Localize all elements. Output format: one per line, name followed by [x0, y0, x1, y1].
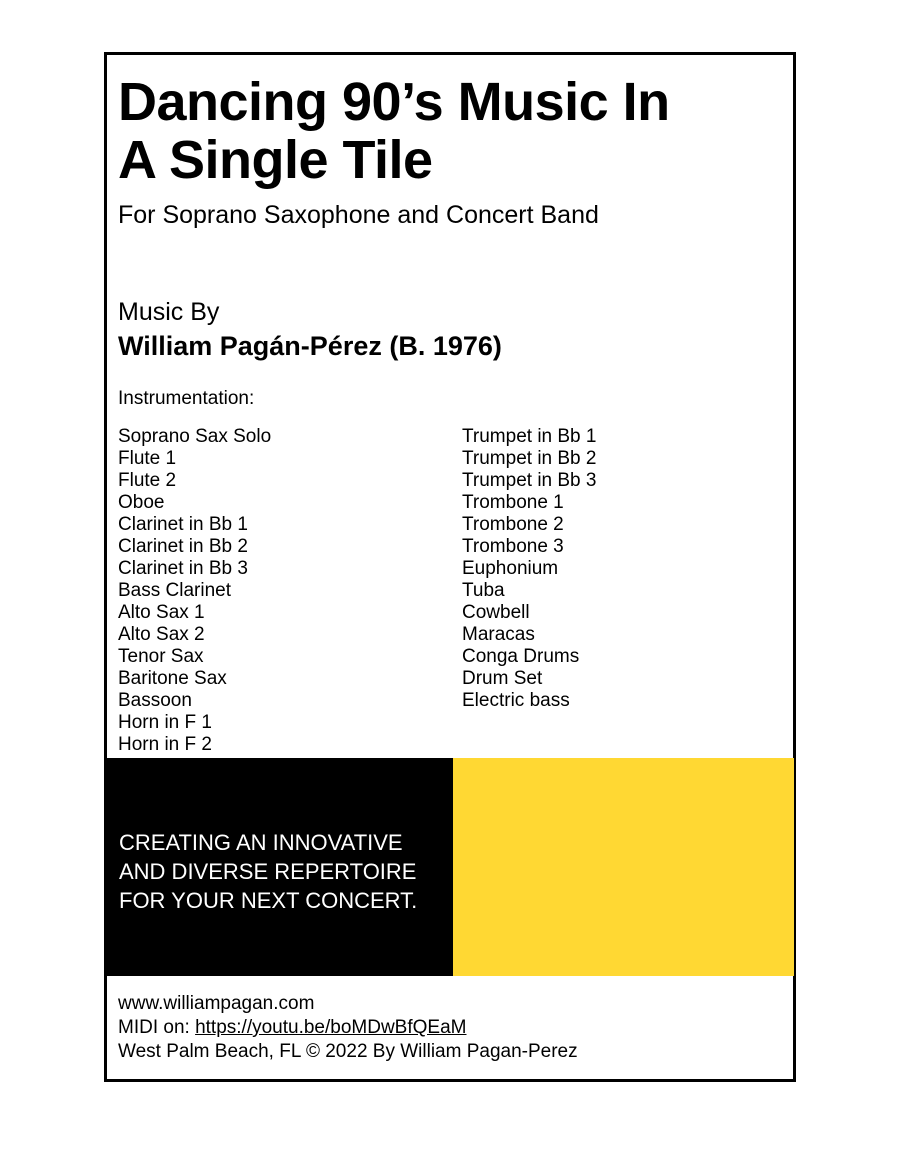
list-item: Maracas — [462, 624, 535, 645]
list-item: Flute 2 — [118, 470, 177, 491]
cover-frame: Dancing 90’s Music In A Single Tile For … — [104, 52, 796, 1082]
music-by-label: Music By — [118, 298, 220, 326]
instrumentation-heading: Instrumentation: — [118, 388, 255, 409]
footer-midi-line: MIDI on: https://youtu.be/boMDwBfQEaM — [118, 1016, 578, 1040]
list-item: Clarinet in Bb 1 — [118, 514, 248, 535]
page-title: Dancing 90’s Music In A Single Tile — [118, 72, 670, 190]
list-item: Bassoon — [118, 690, 192, 711]
score-cover-page: Dancing 90’s Music In A Single Tile For … — [0, 0, 900, 1165]
list-item: Drum Set — [462, 668, 543, 689]
page-subtitle: For Soprano Saxophone and Concert Band — [118, 200, 599, 229]
list-item: Trombone 2 — [462, 514, 564, 535]
list-item: Horn in F 2 — [118, 734, 212, 755]
list-item: Alto Sax 2 — [118, 624, 205, 645]
banner-black-panel: CREATING AN INNOVATIVE AND DIVERSE REPER… — [106, 758, 453, 976]
list-item: Baritone Sax — [118, 668, 227, 689]
instrumentation-left-column: Soprano Sax Solo Flute 1 Flute 2 Oboe Cl… — [118, 426, 462, 756]
footer-midi-label: MIDI on: — [118, 1017, 196, 1038]
list-item: Flute 1 — [118, 448, 177, 469]
list-item: Cowbell — [462, 602, 530, 623]
title-block: Dancing 90’s Music In A Single Tile For … — [118, 72, 786, 229]
list-item: Clarinet in Bb 2 — [118, 536, 248, 557]
list-item: Trumpet in Bb 3 — [462, 470, 597, 491]
promo-banner: CREATING AN INNOVATIVE AND DIVERSE REPER… — [106, 758, 794, 976]
list-item: Alto Sax 1 — [118, 602, 205, 623]
list-item: Trombone 3 — [462, 536, 564, 557]
list-item: Trumpet in Bb 2 — [462, 448, 597, 469]
instrumentation-list: Soprano Sax Solo Flute 1 Flute 2 Oboe Cl… — [118, 426, 786, 756]
list-item: Tuba — [462, 580, 505, 601]
list-item: Trumpet in Bb 1 — [462, 426, 597, 447]
list-item: Clarinet in Bb 3 — [118, 558, 248, 579]
list-item: Conga Drums — [462, 646, 580, 667]
list-item: Oboe — [118, 492, 165, 513]
banner-yellow-panel — [453, 758, 794, 976]
footer-website: www.williampagan.com — [118, 993, 315, 1014]
list-item: Trombone 1 — [462, 492, 564, 513]
list-item: Electric bass — [462, 690, 570, 711]
footer-copyright: West Palm Beach, FL © 2022 By William Pa… — [118, 1041, 578, 1062]
list-item: Soprano Sax Solo — [118, 426, 272, 447]
list-item: Euphonium — [462, 558, 559, 579]
composer-name: William Pagán-Pérez (B. 1976) — [118, 330, 502, 361]
banner-tagline: CREATING AN INNOVATIVE AND DIVERSE REPER… — [119, 830, 418, 913]
list-item: Tenor Sax — [118, 646, 204, 667]
footer: www.williampagan.com MIDI on: https://yo… — [118, 992, 578, 1064]
list-item: Horn in F 1 — [118, 712, 212, 733]
composer-block: Music By William Pagán-Pérez (B. 1976) — [118, 298, 786, 362]
instrumentation-right-column: Trumpet in Bb 1 Trumpet in Bb 2 Trumpet … — [462, 426, 786, 756]
footer-midi-link[interactable]: https://youtu.be/boMDwBfQEaM — [195, 1017, 466, 1038]
list-item: Bass Clarinet — [118, 580, 231, 601]
